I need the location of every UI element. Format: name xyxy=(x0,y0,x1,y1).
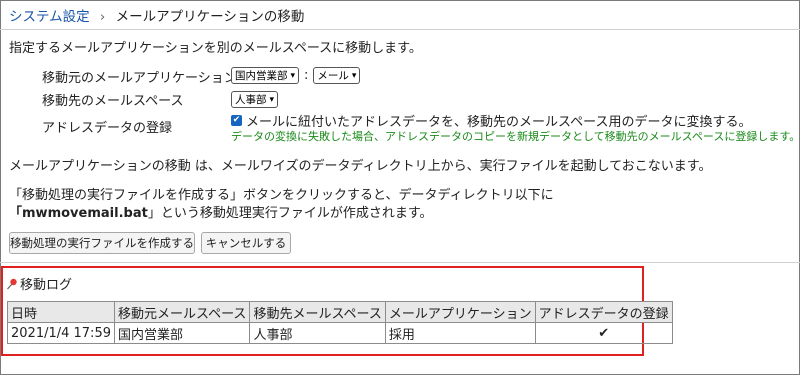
column-header-address-data: アドレスデータの登録 xyxy=(534,301,673,323)
dest-space-value: 人事部 xyxy=(235,94,267,106)
cancel-button[interactable]: キャンセルする xyxy=(201,232,291,254)
cell-datetime: 2021/1/4 17:59 xyxy=(7,322,115,344)
source-space-select[interactable]: 国内営業部 ▾ xyxy=(231,67,300,84)
breadcrumb-separator: › xyxy=(99,9,106,25)
table-header-row: 日時 移動元メールスペース 移動先メールスペース メールアプリケーション アドレ… xyxy=(7,301,673,323)
colon-separator: : xyxy=(304,68,309,83)
section-divider xyxy=(0,262,800,263)
description-line-3-rest: 」という移動処理実行ファイルが作成されます。 xyxy=(147,206,433,221)
header-divider xyxy=(0,29,800,30)
pin-icon xyxy=(7,278,17,289)
breadcrumb: システム設定 › メールアプリケーションの移動 xyxy=(9,5,304,25)
column-header-datetime: 日時 xyxy=(7,301,115,323)
cell-mail-app: 採用 xyxy=(384,322,536,344)
dest-controls: 人事部 ▾ xyxy=(231,91,279,108)
source-app-value: メール xyxy=(317,70,349,82)
cell-source-space: 国内営業部 xyxy=(113,322,251,344)
address-convert-note: データの変換に失敗した場合、アドレスデータのコピーを新規データとして移動先のメー… xyxy=(231,130,800,143)
dest-space-select[interactable]: 人事部 ▾ xyxy=(231,91,279,108)
description-line-2: 「移動処理の実行ファイルを作成する」ボタンをクリックすると、データディレクトリ以… xyxy=(9,188,554,203)
column-header-source-space: 移動元メールスペース xyxy=(113,301,251,323)
source-app-select[interactable]: メール ▾ xyxy=(313,67,361,84)
chevron-down-icon: ▾ xyxy=(290,70,296,81)
page-title: メールアプリケーションの移動 xyxy=(115,9,305,25)
column-header-mail-app: メールアプリケーション xyxy=(384,301,536,323)
log-heading: 移動ログ xyxy=(6,274,72,293)
column-header-dest-space: 移動先メールスペース xyxy=(249,301,386,323)
source-app-label: 移動元のメールアプリケーション xyxy=(42,71,237,86)
quote-open: 「 xyxy=(9,206,23,221)
breadcrumb-system-settings-link[interactable]: システム設定 xyxy=(9,9,90,25)
source-space-value: 国内営業部 xyxy=(235,70,288,82)
create-batch-file-button[interactable]: 移動処理の実行ファイルを作成する xyxy=(9,232,195,254)
table-row: 2021/1/4 17:59 国内営業部 人事部 採用 ✔ xyxy=(7,322,673,344)
migration-log-table: 日時 移動元メールスペース 移動先メールスペース メールアプリケーション アドレ… xyxy=(7,301,673,344)
intro-text: 指定するメールアプリケーションを別のメールスペースに移動します。 xyxy=(9,41,422,56)
address-convert-checkbox[interactable]: ✔ xyxy=(231,115,242,126)
address-data-label: アドレスデータの登録 xyxy=(42,121,173,136)
source-controls: 国内営業部 ▾ : メール ▾ xyxy=(231,67,361,84)
log-title: 移動ログ xyxy=(20,278,73,293)
chevron-down-icon: ▾ xyxy=(351,70,357,81)
dest-space-label: 移動先のメールスペース xyxy=(42,94,184,109)
cell-dest-space: 人事部 xyxy=(249,322,386,344)
batch-filename: mwmovemail.bat xyxy=(22,206,148,221)
checkmark-icon: ✔ xyxy=(534,322,673,344)
chevron-down-icon: ▾ xyxy=(269,94,275,105)
description-line-3: 「mwmovemail.bat」という移動処理実行ファイルが作成されます。 xyxy=(9,202,433,221)
description-line-1: メールアプリケーションの移動 は、メールワイズのデータディレクトリ上から、実行フ… xyxy=(9,159,712,174)
